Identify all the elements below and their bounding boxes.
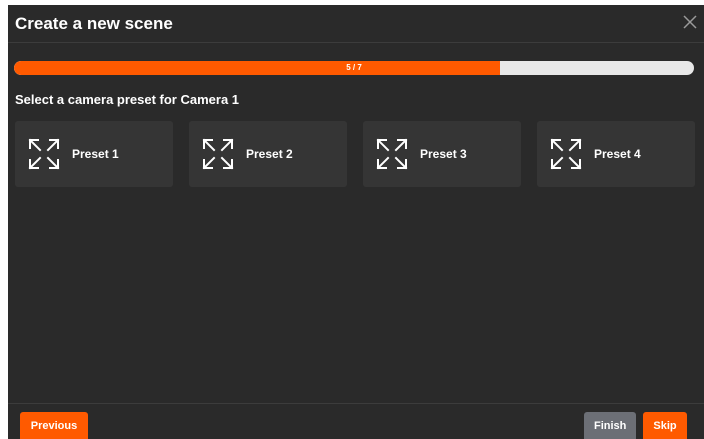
expand-arrows-icon xyxy=(376,138,408,170)
preset-label: Preset 4 xyxy=(594,147,641,161)
preset-label: Preset 2 xyxy=(246,147,293,161)
preset-4-button[interactable]: Preset 4 xyxy=(537,121,695,187)
create-scene-dialog: Create a new scene 5 / 7 Select a camera… xyxy=(8,5,704,439)
expand-arrows-icon xyxy=(550,138,582,170)
expand-arrows-icon xyxy=(28,138,60,170)
step-instruction: Select a camera preset for Camera 1 xyxy=(15,92,240,107)
skip-button[interactable]: Skip xyxy=(643,412,687,439)
progress-label: 5 / 7 xyxy=(346,63,362,72)
finish-button[interactable]: Finish xyxy=(584,412,636,439)
preset-2-button[interactable]: Preset 2 xyxy=(189,121,347,187)
dialog-header: Create a new scene xyxy=(8,5,704,43)
preset-1-button[interactable]: Preset 1 xyxy=(15,121,173,187)
preset-label: Preset 3 xyxy=(420,147,467,161)
expand-arrows-icon xyxy=(202,138,234,170)
close-icon[interactable] xyxy=(682,14,698,30)
preset-label: Preset 1 xyxy=(72,147,119,161)
progress-bar: 5 / 7 xyxy=(14,61,694,75)
preset-list: Preset 1 Preset 2 Preset 3 Preset 4 xyxy=(15,121,695,187)
previous-button[interactable]: Previous xyxy=(20,412,88,439)
preset-3-button[interactable]: Preset 3 xyxy=(363,121,521,187)
dialog-footer: Previous Finish Skip xyxy=(8,403,704,439)
dialog-title: Create a new scene xyxy=(15,14,173,33)
